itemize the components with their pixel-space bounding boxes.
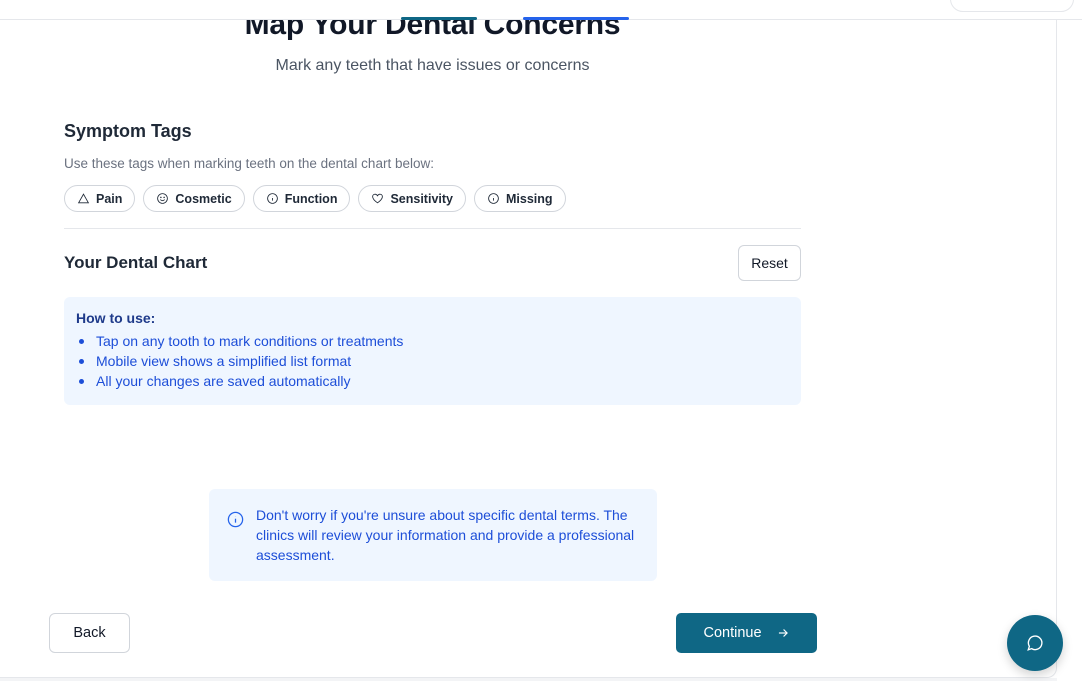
tag-pain[interactable]: Pain: [64, 185, 136, 212]
header-pill-button[interactable]: [950, 0, 1074, 12]
header-tab-indicator[interactable]: [401, 17, 477, 20]
tag-missing[interactable]: Missing: [473, 185, 566, 212]
continue-button[interactable]: Continue: [676, 613, 817, 653]
notice-text: Don't worry if you're unsure about speci…: [256, 507, 635, 563]
tag-cosmetic[interactable]: Cosmetic: [143, 185, 245, 212]
reset-button[interactable]: Reset: [738, 245, 801, 281]
info-circle-icon: [488, 193, 499, 204]
arrow-right-icon: [778, 629, 788, 637]
chat-button[interactable]: [1007, 615, 1063, 671]
symptom-tags-title: Symptom Tags: [64, 121, 192, 141]
dental-chart-title: Your Dental Chart: [64, 253, 208, 272]
tag-sensitivity[interactable]: Sensitivity: [358, 185, 466, 212]
info-circle-icon: [226, 510, 245, 529]
symptom-tags-description: Use these tags when marking teeth on the…: [64, 156, 434, 171]
continue-label: Continue: [703, 625, 762, 641]
tag-function[interactable]: Function: [252, 185, 351, 212]
tag-label: Sensitivity: [390, 191, 453, 206]
top-header: [0, 0, 1082, 20]
header-tab-indicator[interactable]: [523, 17, 629, 20]
heart-icon: [372, 193, 384, 204]
page: Map Your Dental Concerns Mark any teeth …: [0, 0, 1082, 681]
list-item: Tap on any tooth to mark conditions or t…: [76, 331, 789, 351]
how-to-use-box: How to use: Tap on any tooth to mark con…: [64, 297, 801, 405]
how-to-use-list: Tap on any tooth to mark conditions or t…: [76, 331, 789, 391]
section-divider: [64, 228, 801, 229]
tag-label: Missing: [505, 191, 553, 206]
warning-triangle-icon: [77, 193, 90, 204]
tag-label: Pain: [96, 191, 123, 206]
page-subtitle: Mark any teeth that have issues or conce…: [275, 57, 590, 74]
list-item: All your changes are saved automatically: [76, 371, 789, 391]
tag-label: Cosmetic: [175, 191, 232, 206]
how-to-use-title: How to use:: [76, 310, 156, 326]
right-gutter: [1057, 0, 1082, 681]
list-item: Mobile view shows a simplified list form…: [76, 351, 789, 371]
reassurance-notice: Don't worry if you're unsure about speci…: [209, 489, 657, 581]
smile-icon: [157, 193, 169, 204]
info-circle-icon: [266, 193, 278, 204]
tag-label: Function: [284, 191, 338, 206]
symptom-tag-list: Pain Cosmetic Function Sensitivity Missi…: [64, 185, 566, 212]
chat-bubble-icon: [1027, 635, 1043, 651]
back-button[interactable]: Back: [49, 613, 130, 653]
